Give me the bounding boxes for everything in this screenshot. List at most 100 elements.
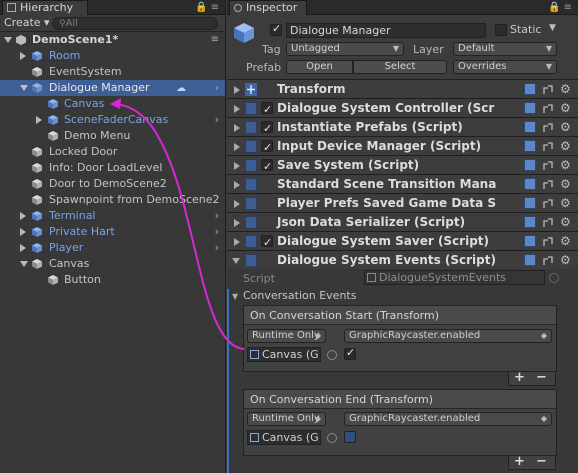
scene-menu-icon[interactable]: ≡ bbox=[211, 32, 219, 48]
tab-inspector[interactable]: Inspector bbox=[229, 0, 307, 15]
component-enabled-checkbox[interactable] bbox=[261, 233, 273, 252]
scene-row[interactable]: DemoScene1* ≡ bbox=[0, 32, 225, 48]
layer-dropdown[interactable]: Default ▼ bbox=[453, 42, 557, 56]
component-instantiate-prefabs[interactable]: Instantiate Prefabs (Script) ⚙ bbox=[227, 117, 578, 138]
target-object-field[interactable]: Canvas (G bbox=[247, 430, 321, 445]
help-icon[interactable] bbox=[524, 235, 536, 247]
gear-icon[interactable]: ⚙ bbox=[560, 254, 572, 266]
tree-item-terminal[interactable]: Terminal › bbox=[0, 208, 225, 224]
tab-hierarchy[interactable]: Hierarchy bbox=[2, 0, 88, 15]
chevron-right-icon[interactable]: › bbox=[215, 112, 219, 128]
component-transform[interactable]: Transform ⚙ bbox=[227, 79, 578, 98]
component-json-data-serializer[interactable]: Json Data Serializer (Script) ⚙ bbox=[227, 212, 578, 231]
component-standard-scene-transition[interactable]: Standard Scene Transition Mana ⚙ bbox=[227, 174, 578, 193]
component-save-system[interactable]: Save System (Script) ⚙ bbox=[227, 155, 578, 176]
expand-arrow-icon[interactable] bbox=[4, 37, 12, 43]
preset-icon[interactable] bbox=[542, 197, 554, 209]
gear-icon[interactable]: ⚙ bbox=[560, 121, 572, 133]
function-dropdown[interactable]: GraphicRaycaster.enabled ◆ bbox=[344, 412, 552, 426]
expand-arrow-icon[interactable]: ▼ bbox=[232, 292, 238, 301]
panel-menu-icon[interactable]: 🔒 ≡ bbox=[548, 2, 572, 13]
help-icon[interactable] bbox=[524, 197, 536, 209]
chevron-right-icon[interactable]: › bbox=[215, 240, 219, 256]
object-picker-icon[interactable] bbox=[327, 433, 337, 443]
help-icon[interactable] bbox=[524, 140, 536, 152]
tree-item-room[interactable]: Room bbox=[0, 48, 225, 64]
gear-icon[interactable]: ⚙ bbox=[560, 159, 572, 171]
expand-arrow-icon[interactable] bbox=[20, 212, 26, 220]
preset-icon[interactable] bbox=[542, 254, 554, 266]
preset-icon[interactable] bbox=[542, 140, 554, 152]
tree-item-dialogue-manager[interactable]: Dialogue Manager ☁ › bbox=[0, 80, 225, 96]
tree-item-player[interactable]: Player › bbox=[0, 240, 225, 256]
runtime-dropdown[interactable]: Runtime Only ◆ bbox=[247, 329, 326, 343]
tree-item-button[interactable]: Button bbox=[0, 272, 225, 288]
help-icon[interactable] bbox=[524, 83, 536, 95]
help-icon[interactable] bbox=[524, 102, 536, 114]
target-object-field[interactable]: Canvas (G bbox=[247, 347, 321, 362]
chevron-right-icon[interactable]: › bbox=[215, 208, 219, 224]
preset-icon[interactable] bbox=[542, 178, 554, 190]
overrides-dropdown[interactable]: Overrides ▼ bbox=[453, 60, 557, 74]
expand-arrow-icon[interactable] bbox=[234, 200, 240, 208]
component-enabled-checkbox[interactable] bbox=[261, 100, 273, 119]
expand-arrow-icon[interactable] bbox=[234, 162, 240, 170]
chevron-right-icon[interactable]: › bbox=[215, 224, 219, 240]
tree-item-eventsystem[interactable]: EventSystem bbox=[0, 64, 225, 80]
component-player-prefs-saved-game[interactable]: Player Prefs Saved Game Data S ⚙ bbox=[227, 193, 578, 212]
gear-icon[interactable]: ⚙ bbox=[560, 216, 572, 228]
static-checkbox[interactable] bbox=[495, 24, 507, 36]
tree-item-door-to-demoscene2[interactable]: Door to DemoScene2 bbox=[0, 176, 225, 192]
expand-arrow-icon[interactable] bbox=[234, 124, 240, 132]
component-dialogue-system-controller[interactable]: Dialogue System Controller (Scr ⚙ bbox=[227, 98, 578, 119]
expand-arrow-icon[interactable] bbox=[20, 85, 28, 91]
expand-arrow-icon[interactable] bbox=[20, 52, 26, 60]
preset-icon[interactable] bbox=[542, 121, 554, 133]
expand-arrow-icon[interactable] bbox=[234, 238, 240, 246]
runtime-dropdown[interactable]: Runtime Only ◆ bbox=[247, 412, 326, 426]
tree-item-canvas-root[interactable]: Canvas bbox=[0, 256, 225, 272]
expand-arrow-icon[interactable] bbox=[234, 86, 240, 94]
component-enabled-checkbox[interactable] bbox=[261, 157, 273, 176]
preset-icon[interactable] bbox=[542, 235, 554, 247]
expand-arrow-icon[interactable] bbox=[36, 116, 42, 124]
component-enabled-checkbox[interactable] bbox=[261, 119, 273, 138]
object-name-field[interactable]: Dialogue Manager bbox=[286, 23, 486, 38]
panel-menu-icon[interactable]: 🔒 ≡ bbox=[195, 2, 219, 13]
value-checkbox[interactable] bbox=[344, 431, 356, 443]
help-icon[interactable] bbox=[524, 254, 536, 266]
gear-icon[interactable]: ⚙ bbox=[560, 102, 572, 114]
gear-icon[interactable]: ⚙ bbox=[560, 140, 572, 152]
gear-icon[interactable]: ⚙ bbox=[560, 235, 572, 247]
component-dialogue-system-events[interactable]: Dialogue System Events (Script) ⚙ bbox=[227, 250, 578, 269]
value-checkbox[interactable] bbox=[344, 346, 356, 360]
expand-arrow-icon[interactable] bbox=[20, 244, 26, 252]
expand-arrow-icon[interactable] bbox=[234, 143, 240, 151]
gear-icon[interactable]: ⚙ bbox=[560, 197, 572, 209]
preset-icon[interactable] bbox=[542, 83, 554, 95]
create-button[interactable]: Create ▾ bbox=[4, 16, 50, 30]
preset-icon[interactable] bbox=[542, 159, 554, 171]
static-dropdown-icon[interactable]: ▼ bbox=[549, 23, 556, 33]
tree-item-canvas[interactable]: Canvas bbox=[0, 96, 225, 112]
tree-item-demo-menu[interactable]: Demo Menu bbox=[0, 128, 225, 144]
remove-button[interactable]: − bbox=[536, 454, 547, 469]
search-input[interactable]: ⚲All bbox=[52, 17, 218, 30]
preset-icon[interactable] bbox=[542, 216, 554, 228]
help-icon[interactable] bbox=[524, 121, 536, 133]
expand-arrow-icon[interactable] bbox=[234, 181, 240, 189]
expand-arrow-icon[interactable] bbox=[20, 228, 26, 236]
chevron-right-icon[interactable]: › bbox=[215, 80, 219, 96]
help-icon[interactable] bbox=[524, 216, 536, 228]
help-icon[interactable] bbox=[524, 178, 536, 190]
remove-button[interactable]: − bbox=[536, 370, 547, 385]
gear-icon[interactable]: ⚙ bbox=[560, 83, 572, 95]
object-picker-icon[interactable] bbox=[327, 350, 337, 360]
prefab-select-button[interactable]: Select bbox=[353, 60, 447, 74]
expand-arrow-icon[interactable] bbox=[234, 219, 240, 227]
preset-icon[interactable] bbox=[542, 102, 554, 114]
add-button[interactable]: + bbox=[514, 370, 525, 385]
function-dropdown[interactable]: GraphicRaycaster.enabled ◆ bbox=[344, 329, 552, 343]
add-button[interactable]: + bbox=[514, 454, 525, 469]
tree-item-scenefadercanvas[interactable]: SceneFaderCanvas › bbox=[0, 112, 225, 128]
